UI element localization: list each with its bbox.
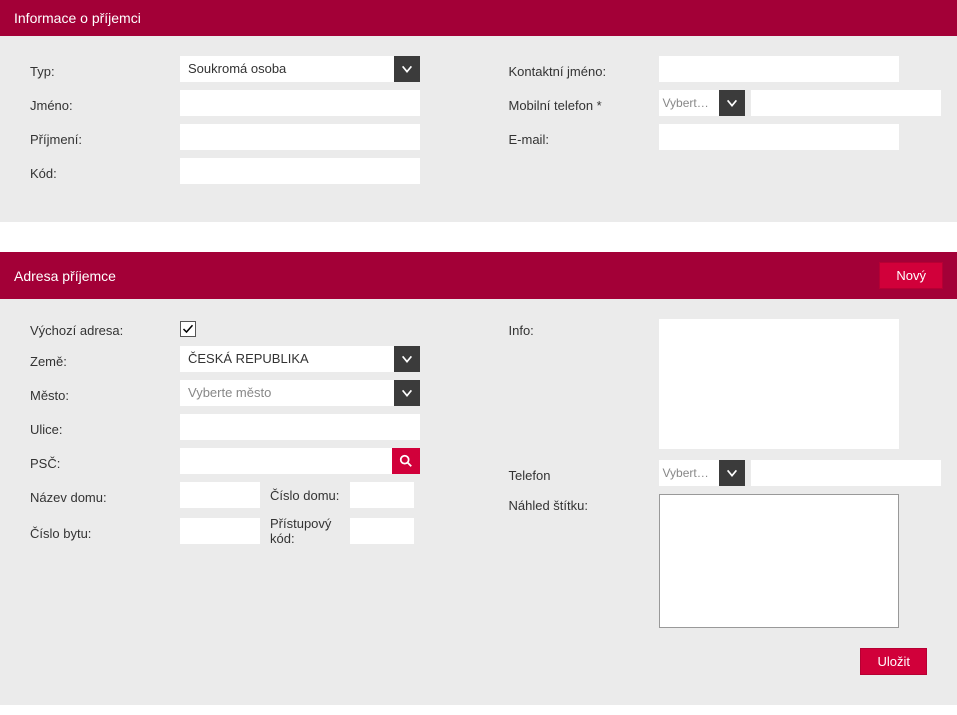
email-input[interactable] xyxy=(659,124,899,150)
city-label: Město: xyxy=(30,384,180,403)
recipient-address-body: Výchozí adresa: Země: ČESKÁ REPUBLIKA xyxy=(0,299,957,705)
name-input[interactable] xyxy=(180,90,420,116)
chevron-down-icon[interactable] xyxy=(394,380,420,406)
postcode-search-button[interactable] xyxy=(392,448,420,474)
access-code-label: Přístupový kód: xyxy=(260,516,350,546)
chevron-down-icon[interactable] xyxy=(394,346,420,372)
mobile-input[interactable] xyxy=(751,90,941,116)
code-label: Kód: xyxy=(30,162,180,181)
surname-input[interactable] xyxy=(180,124,420,150)
default-address-label: Výchozí adresa: xyxy=(30,319,180,338)
type-label: Typ: xyxy=(30,60,180,79)
default-address-checkbox[interactable] xyxy=(180,321,196,337)
type-select-value: Soukromá osoba xyxy=(180,56,394,82)
search-icon xyxy=(399,454,413,468)
recipient-info-body: Typ: Soukromá osoba Jméno: xyxy=(0,36,957,222)
code-input[interactable] xyxy=(180,158,420,184)
postcode-input[interactable] xyxy=(180,448,392,474)
city-select-placeholder: Vyberte město xyxy=(180,380,394,406)
chevron-down-icon[interactable] xyxy=(719,90,745,116)
phone-prefix-placeholder: Vyberte kód xyxy=(659,460,719,486)
mobile-prefix-select[interactable]: Vyberte kód xyxy=(659,90,745,116)
save-button[interactable]: Uložit xyxy=(860,648,927,675)
preview-label: Náhled štítku: xyxy=(509,494,659,513)
phone-label: Telefon xyxy=(509,464,659,483)
mobile-label: Mobilní telefon * xyxy=(509,94,659,113)
info-textarea[interactable] xyxy=(659,319,899,449)
country-select-value: ČESKÁ REPUBLIKA xyxy=(180,346,394,372)
house-number-label: Číslo domu: xyxy=(260,488,350,503)
recipient-address-title: Adresa příjemce xyxy=(14,268,116,284)
email-label: E-mail: xyxy=(509,128,659,147)
contact-name-label: Kontaktní jméno: xyxy=(509,60,659,79)
contact-name-input[interactable] xyxy=(659,56,899,82)
name-label: Jméno: xyxy=(30,94,180,113)
country-select[interactable]: ČESKÁ REPUBLIKA xyxy=(180,346,420,372)
flat-number-input[interactable] xyxy=(180,518,260,544)
access-code-input[interactable] xyxy=(350,518,414,544)
street-input[interactable] xyxy=(180,414,420,440)
flat-number-label: Číslo bytu: xyxy=(30,522,180,541)
info-label: Info: xyxy=(509,319,659,338)
checkmark-icon xyxy=(182,323,194,335)
recipient-address-header: Adresa příjemce Nový xyxy=(0,252,957,299)
house-number-input[interactable] xyxy=(350,482,414,508)
street-label: Ulice: xyxy=(30,418,180,437)
label-preview xyxy=(659,494,899,628)
phone-input[interactable] xyxy=(751,460,941,486)
country-label: Země: xyxy=(30,350,180,369)
new-button[interactable]: Nový xyxy=(879,262,943,289)
surname-label: Příjmení: xyxy=(30,128,180,147)
house-name-input[interactable] xyxy=(180,482,260,508)
recipient-info-title: Informace o příjemci xyxy=(14,10,141,26)
phone-prefix-select[interactable]: Vyberte kód xyxy=(659,460,745,486)
type-select[interactable]: Soukromá osoba xyxy=(180,56,420,82)
chevron-down-icon[interactable] xyxy=(719,460,745,486)
city-select[interactable]: Vyberte město xyxy=(180,380,420,406)
postcode-label: PSČ: xyxy=(30,452,180,471)
chevron-down-icon[interactable] xyxy=(394,56,420,82)
recipient-info-header: Informace o příjemci xyxy=(0,0,957,36)
mobile-prefix-placeholder: Vyberte kód xyxy=(659,90,719,116)
house-name-label: Název domu: xyxy=(30,486,180,505)
